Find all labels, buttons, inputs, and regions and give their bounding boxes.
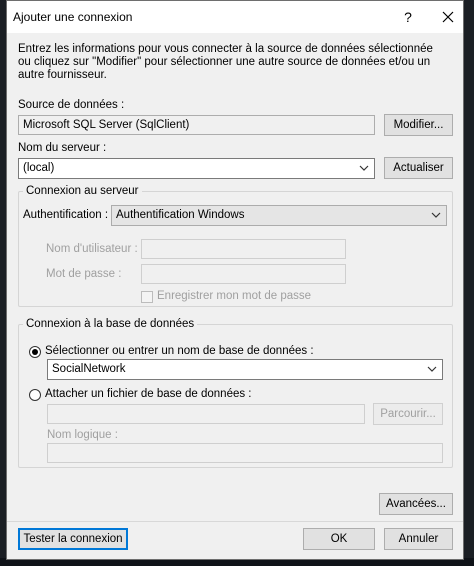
logical-name-input[interactable] <box>47 443 443 463</box>
ok-button[interactable]: OK <box>303 528 375 550</box>
chevron-down-icon[interactable] <box>430 209 442 221</box>
save-password-checkbox[interactable] <box>141 291 153 303</box>
data-source-label: Source de données : <box>18 99 125 111</box>
authentication-value: Authentification Windows <box>116 209 245 221</box>
select-database-label: Sélectionner ou entrer un nom de base de… <box>45 345 314 357</box>
username-label: Nom d'utilisateur : <box>46 243 138 255</box>
intro-text: Entrez les informations pour vous connec… <box>18 43 433 81</box>
dialog-title: Ajouter une connexion <box>13 10 133 24</box>
modify-button[interactable]: Modifier... <box>384 114 453 136</box>
refresh-button[interactable]: Actualiser <box>384 157 453 179</box>
authentication-combobox[interactable]: Authentification Windows <box>111 205 447 226</box>
radio-selected-dot <box>32 349 38 355</box>
server-name-value: (local) <box>23 162 55 174</box>
database-name-value: SocialNetwork <box>52 363 126 375</box>
server-name-label: Nom du serveur : <box>18 142 107 154</box>
chevron-down-icon[interactable] <box>426 363 438 375</box>
password-label: Mot de passe : <box>46 268 122 280</box>
title-bar[interactable]: Ajouter une connexion ? <box>7 1 463 33</box>
attach-file-input[interactable] <box>47 404 365 424</box>
authentication-label: Authentification : <box>23 209 109 221</box>
chevron-down-icon[interactable] <box>358 162 370 174</box>
test-connection-button[interactable]: Tester la connexion <box>18 528 128 550</box>
logical-name-label: Nom logique : <box>47 429 118 441</box>
server-name-combobox[interactable]: (local) <box>18 158 375 179</box>
close-button[interactable] <box>433 5 463 29</box>
close-icon <box>442 11 454 23</box>
attach-database-label: Attacher un fichier de base de données : <box>45 388 252 400</box>
server-connection-group-title: Connexion au serveur <box>23 185 142 197</box>
cancel-button[interactable]: Annuler <box>384 528 453 550</box>
data-source-field[interactable]: Microsoft SQL Server (SqlClient) <box>18 115 375 135</box>
password-input[interactable] <box>141 264 346 284</box>
database-connection-group-title: Connexion à la base de données <box>23 318 198 330</box>
save-password-label: Enregistrer mon mot de passe <box>157 290 312 302</box>
footer-separator <box>7 521 463 522</box>
username-input[interactable] <box>141 239 346 259</box>
database-name-combobox[interactable]: SocialNetwork <box>47 359 443 380</box>
help-button[interactable]: ? <box>393 5 423 29</box>
advanced-button[interactable]: Avancées... <box>379 493 453 515</box>
select-database-radio[interactable] <box>29 346 41 358</box>
add-connection-dialog: Ajouter une connexion ? Entrez les infor… <box>6 0 464 560</box>
browse-button[interactable]: Parcourir... <box>373 403 443 425</box>
attach-database-radio[interactable] <box>29 389 41 401</box>
